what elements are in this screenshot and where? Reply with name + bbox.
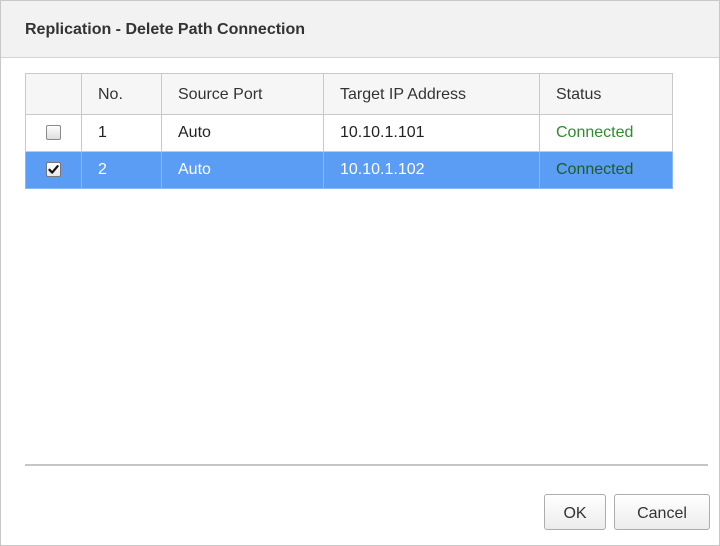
row-checkbox[interactable] xyxy=(46,162,61,178)
cell-no: 1 xyxy=(81,114,162,152)
column-header-source-port[interactable]: Source Port xyxy=(161,73,324,115)
table-row[interactable]: 1 Auto 10.10.1.101 Connected xyxy=(25,114,673,152)
checkmark-icon xyxy=(48,165,59,174)
ok-button[interactable]: OK xyxy=(544,494,606,530)
footer-divider xyxy=(25,464,708,466)
cell-target-ip: 10.10.1.102 xyxy=(323,151,540,189)
column-header-no[interactable]: No. xyxy=(81,73,162,115)
column-header-target-ip[interactable]: Target IP Address xyxy=(323,73,540,115)
cell-target-ip: 10.10.1.101 xyxy=(323,114,540,152)
table-header-row: No. Source Port Target IP Address Status xyxy=(25,73,673,115)
row-checkbox-cell xyxy=(25,114,82,152)
header-checkbox-cell xyxy=(25,73,82,115)
cell-status: Connected xyxy=(539,114,673,152)
delete-path-connection-dialog: Replication - Delete Path Connection No.… xyxy=(0,0,720,546)
column-header-status[interactable]: Status xyxy=(539,73,673,115)
cell-no: 2 xyxy=(81,151,162,189)
cell-source-port: Auto xyxy=(161,114,324,152)
cell-source-port: Auto xyxy=(161,151,324,189)
path-connection-table: No. Source Port Target IP Address Status… xyxy=(25,73,673,189)
row-checkbox[interactable] xyxy=(46,125,61,141)
table-row[interactable]: 2 Auto 10.10.1.102 Connected xyxy=(25,151,673,189)
dialog-title: Replication - Delete Path Connection xyxy=(25,21,306,38)
cell-status: Connected xyxy=(539,151,673,189)
cancel-button[interactable]: Cancel xyxy=(614,494,710,530)
dialog-titlebar: Replication - Delete Path Connection xyxy=(1,1,719,58)
status-text: Connected xyxy=(556,161,634,178)
row-checkbox-cell xyxy=(25,151,82,189)
status-text: Connected xyxy=(556,124,634,141)
